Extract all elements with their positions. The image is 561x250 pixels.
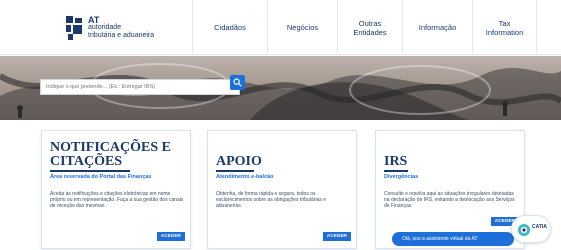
nav-item-negocios[interactable]: Negócios [267, 0, 337, 55]
assistant-avatar-icon [518, 224, 530, 236]
nav-item-tax-information[interactable]: Tax Information [472, 0, 537, 55]
search-button[interactable] [230, 75, 245, 90]
main-nav: Cidadãos Negócios Outras Entidades Infor… [192, 0, 537, 55]
site-header: AT autoridade tributária e aduaneira Cid… [0, 0, 561, 55]
card-description: Consulte e resolva aqui as situações irr… [384, 191, 515, 209]
aceder-button-notificacoes[interactable]: ACEDER [156, 232, 185, 241]
at-logo[interactable]: AT autoridade tributária e aduaneira [66, 16, 154, 41]
card-notificacoes: NOTIFICAÇÕES E CITAÇÕES Área reservada d… [41, 130, 191, 249]
nav-item-informacao[interactable]: Informação [402, 0, 472, 55]
logo-acronym: AT [88, 15, 100, 25]
search-icon [233, 78, 242, 87]
search-input[interactable] [40, 79, 240, 95]
card-description: Aceda às notificações e citações eletrón… [50, 191, 184, 209]
card-title: APOIO [216, 154, 262, 169]
card-title-line1: NOTIFICAÇÕES E [50, 140, 171, 155]
nav-item-cidadaos[interactable]: Cidadãos [192, 0, 267, 55]
assistant-name-label: CATIA [532, 224, 547, 230]
logo-name-line2: tributária e aduaneira [88, 32, 155, 39]
card-title-line2: CITAÇÕES [50, 154, 123, 169]
card-description: Obtenha, de forma rápida e segura, todos… [216, 191, 327, 209]
nav-item-outras-entidades[interactable]: Outras Entidades [337, 0, 402, 55]
virtual-assistant-launcher[interactable]: CATIA [511, 215, 551, 243]
card-title: IRS [384, 154, 408, 169]
card-title-underline [50, 170, 130, 172]
logo-mark-icon [66, 16, 84, 41]
hero-banner [0, 56, 561, 120]
card-subtitle: Área reservada do Portal das Finanças [50, 174, 152, 180]
virtual-assistant-bubble[interactable]: Olá, sou a assistente virtual da AT [392, 232, 514, 246]
card-title-underline [384, 170, 408, 172]
card-title-underline [216, 170, 254, 172]
logo-name-line1: autoridade [88, 24, 122, 31]
card-apoio: APOIO Atendimento e-balcão Obtenha, de f… [207, 130, 357, 249]
aceder-button-apoio[interactable]: ACEDER [322, 232, 351, 241]
card-subtitle: Divergências [384, 174, 419, 180]
card-subtitle: Atendimento e-balcão [216, 174, 274, 180]
